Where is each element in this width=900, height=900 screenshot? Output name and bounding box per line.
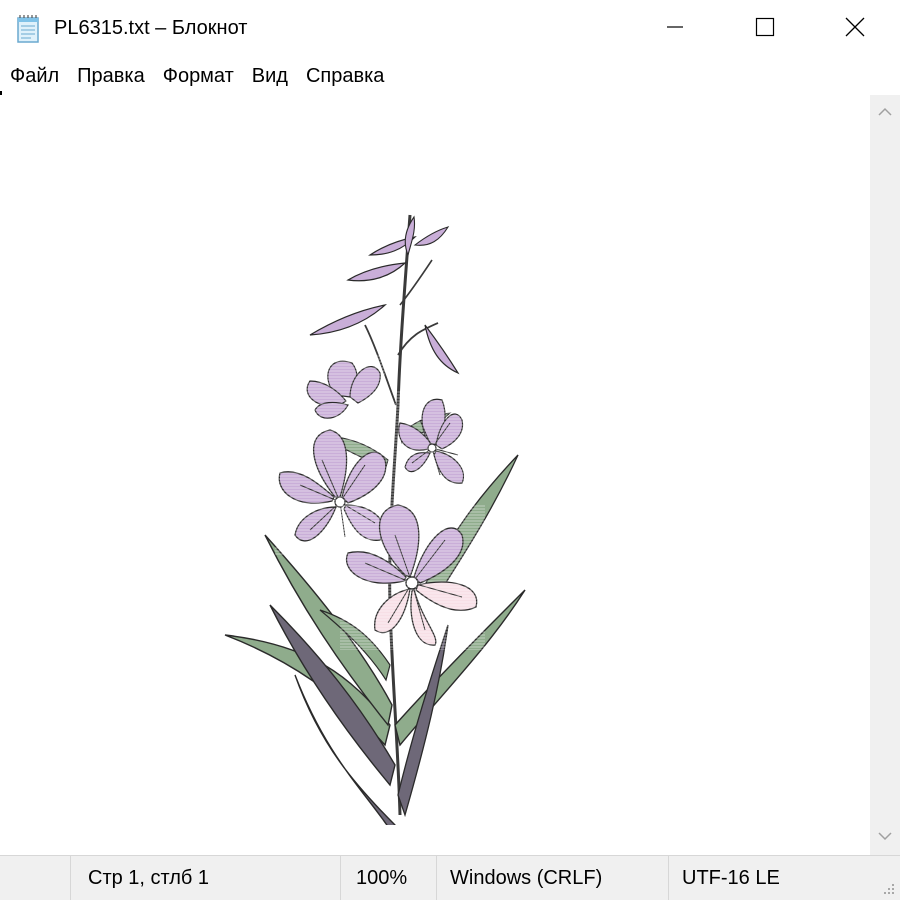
scroll-up-button[interactable] xyxy=(870,95,900,131)
chevron-up-icon xyxy=(878,104,892,122)
title-bar[interactable]: PL6315.txt – Блокнот xyxy=(0,0,900,58)
status-encoding: UTF-16 LE xyxy=(682,867,780,889)
menu-view[interactable]: Вид xyxy=(243,58,297,94)
status-separator xyxy=(70,856,71,900)
menu-help[interactable]: Справка xyxy=(297,58,393,94)
flower-right-middle xyxy=(395,390,475,490)
menu-bar: Файл Правка Формат Вид Справка xyxy=(0,58,900,94)
flower-upper-left xyxy=(300,355,385,425)
text-editor[interactable] xyxy=(0,95,870,855)
maximize-icon xyxy=(755,17,775,42)
chevron-down-icon xyxy=(878,828,892,846)
close-button[interactable] xyxy=(810,0,900,58)
flower-drawing xyxy=(224,214,526,825)
status-cursor-position: Стр 1, стлб 1 xyxy=(88,867,210,889)
maximize-button[interactable] xyxy=(720,0,810,58)
menu-format[interactable]: Формат xyxy=(154,58,243,94)
notepad-icon xyxy=(16,14,42,44)
minimize-button[interactable] xyxy=(630,0,720,58)
vertical-scrollbar[interactable] xyxy=(870,95,900,855)
menu-file[interactable]: Файл xyxy=(1,58,68,94)
resize-grip-icon[interactable] xyxy=(878,878,896,896)
flower-center-lower xyxy=(340,504,485,650)
status-bar: Стр 1, стлб 1 100% Windows (CRLF) UTF-16… xyxy=(0,855,900,900)
status-zoom: 100% xyxy=(356,867,408,889)
close-icon xyxy=(845,17,865,42)
menu-edit[interactable]: Правка xyxy=(68,58,154,94)
window-title: PL6315.txt – Блокнот xyxy=(54,17,248,39)
minimize-icon xyxy=(665,17,685,42)
scroll-down-button[interactable] xyxy=(870,819,900,855)
status-line-ending: Windows (CRLF) xyxy=(450,867,603,889)
